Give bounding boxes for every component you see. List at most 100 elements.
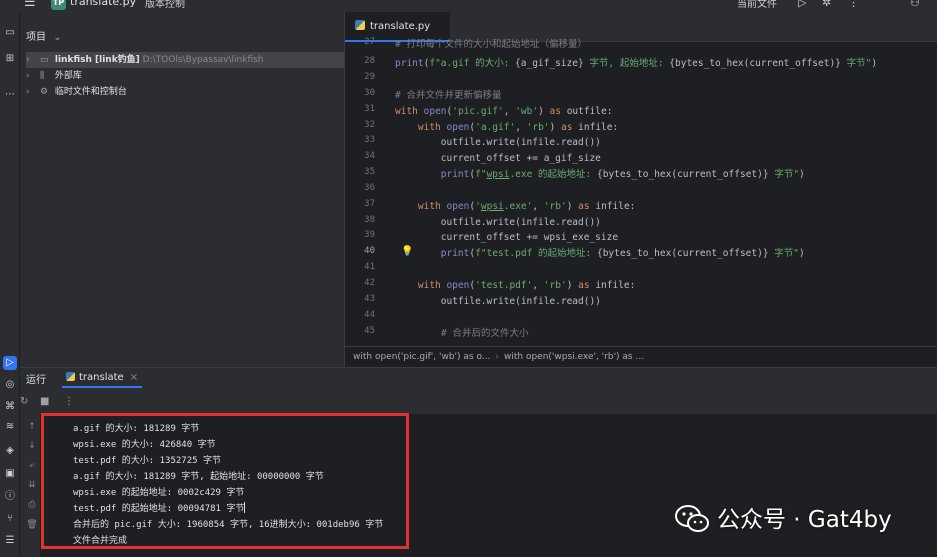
- add-user-icon[interactable]: ⚇: [910, 0, 920, 9]
- line-number-gutter: 27 28 29 30 31 32 33 34 35 36 37 38 39 4…: [345, 37, 389, 346]
- console-line: a.gif 的大小: 181289 字节: [73, 424, 200, 434]
- line-number: 35: [364, 167, 375, 177]
- chevron-right-icon[interactable]: ›: [26, 68, 40, 84]
- code-area[interactable]: # 打印每个文件的大小和起始地址（偏移量） print(f"a.gif 的大小:…: [395, 39, 935, 346]
- tree-item-external-libs[interactable]: › ⫼ 外部库: [26, 68, 356, 84]
- code-line: print(f"a.gif 的大小: {a_gif_size} 字节, 起始地址…: [395, 58, 878, 69]
- code-line: with open('wpsi.exe', 'rb') as infile:: [417, 201, 636, 212]
- trash-icon[interactable]: 🗑: [26, 520, 38, 530]
- arrow-up-icon[interactable]: ↑: [26, 422, 38, 432]
- run-tab-label: translate: [79, 372, 124, 383]
- python-packages-icon[interactable]: ◎: [3, 378, 17, 392]
- line-number: 39: [364, 230, 375, 240]
- terminal-icon[interactable]: ▣: [3, 467, 17, 481]
- code-line: # 打印每个文件的大小和起始地址（偏移量）: [395, 39, 587, 50]
- console-line: 文件合并完成: [73, 536, 128, 546]
- todo-icon[interactable]: ☰: [3, 534, 17, 548]
- run-icon[interactable]: ▷: [798, 0, 806, 9]
- left-tool-strip: ▭ ⊞ ⋯ ▷ ◎ ⌘ ≋ ◈ ▣ ⓘ ⑂ ☰: [0, 12, 20, 557]
- code-line: current_offset += wpsi_exe_size: [395, 232, 619, 243]
- chevron-right-icon[interactable]: ›: [26, 84, 40, 100]
- folder-icon: ▭: [40, 55, 49, 65]
- stop-icon[interactable]: ■: [40, 396, 49, 407]
- layers-icon[interactable]: ≋: [3, 420, 17, 434]
- problems-icon[interactable]: ⓘ: [3, 490, 17, 504]
- arrow-down-icon[interactable]: ↓: [26, 441, 38, 451]
- code-line: current_offset += a_gif_size: [395, 153, 601, 164]
- project-badge[interactable]: TP: [51, 0, 66, 10]
- soft-wrap-icon[interactable]: ⤶: [26, 460, 38, 470]
- more-icon[interactable]: ⋮: [64, 396, 74, 407]
- code-line: with open('test.pdf', 'rb') as infile:: [417, 280, 636, 291]
- run-panel-title: 运行: [26, 375, 46, 386]
- code-line: outfile.write(infile.read()): [395, 296, 601, 307]
- run-toolbar: ↻ ■ ⋮: [20, 394, 937, 412]
- more-tools-icon[interactable]: ⋯: [3, 88, 17, 102]
- console-line: 合并后的 pic.gif 大小: 1960854 字节, 16进制大小: 001…: [73, 520, 384, 530]
- breadcrumb-item[interactable]: with open('pic.gif', 'wb') as o...: [353, 352, 490, 362]
- console-line: test.pdf 的大小: 1352725 字节: [73, 456, 221, 466]
- code-line: # 合并后的文件大小: [441, 328, 529, 339]
- tab-label: translate.py: [370, 21, 431, 32]
- scroll-to-end-icon[interactable]: ⇊: [26, 480, 38, 490]
- line-number: 44: [364, 310, 375, 320]
- run-tool-icon[interactable]: ▷: [3, 356, 17, 370]
- console-line: a.gif 的大小: 181289 字节, 起始地址: 00000000 字节: [73, 472, 324, 482]
- code-line: with open('a.gif', 'rb') as infile:: [417, 122, 619, 133]
- tree-item-scratches[interactable]: › ⚙ 临时文件和控制台: [26, 84, 356, 100]
- line-number: 33: [364, 135, 375, 145]
- git-icon[interactable]: ⑂: [3, 512, 17, 526]
- line-number: 34: [364, 151, 375, 161]
- more-icon[interactable]: ⋮: [848, 0, 859, 9]
- line-number: 40: [364, 246, 375, 256]
- line-number: 42: [364, 278, 375, 288]
- python-file-icon: [355, 20, 365, 30]
- ide-window: ☰ TP translate.py 版本控制 当前文件 ▷ ✲ ⋮ ⚇ ▭ ⊞ …: [0, 0, 937, 557]
- chevron-down-icon: ⌄: [53, 32, 62, 43]
- chevron-right-icon: ›: [495, 352, 499, 362]
- console-line-text: test.pdf 的起始地址: 00094781 字节: [73, 504, 245, 514]
- code-line: with open('pic.gif', 'wb') as outfile:: [395, 106, 613, 117]
- chevron-right-icon[interactable]: ›: [26, 52, 40, 68]
- console-line: wpsi.exe 的起始地址: 0002c429 字节: [73, 488, 245, 498]
- rerun-icon[interactable]: ↻: [20, 396, 28, 407]
- line-number: 28: [364, 56, 375, 66]
- scratches-icon: ⚙: [40, 87, 49, 97]
- library-icon: ⫼: [40, 71, 45, 81]
- line-number: 29: [364, 72, 375, 82]
- title-bar: ☰ TP translate.py 版本控制 当前文件 ▷ ✲ ⋮ ⚇: [0, 0, 937, 12]
- project-panel-title: 项目: [26, 32, 46, 43]
- run-tab-translate[interactable]: translate ×: [62, 368, 143, 388]
- breadcrumb-item[interactable]: with open('wpsi.exe', 'rb') as ...: [504, 352, 644, 362]
- tree-item-label: 临时文件和控制台: [54, 87, 127, 97]
- console-line: wpsi.exe 的大小: 426840 字节: [73, 440, 216, 450]
- project-name[interactable]: translate.py: [70, 0, 136, 8]
- breadcrumb: with open('pic.gif', 'wb') as o... › with …: [345, 346, 937, 367]
- console-line: test.pdf 的起始地址: 00094781 字节: [73, 501, 246, 517]
- vcs-menu[interactable]: 版本控制: [145, 0, 185, 10]
- python-file-icon: [66, 372, 75, 381]
- line-number: 31: [364, 104, 375, 114]
- python-console-icon[interactable]: ⌘: [3, 400, 17, 414]
- code-line: outfile.write(infile.read()): [395, 217, 601, 228]
- console-side-toolbar: ↑ ↓ ⤶ ⇊ ⎙ 🗑: [26, 414, 60, 557]
- debug-icon[interactable]: ✲: [822, 0, 831, 9]
- tree-item-label: 外部库: [54, 71, 82, 81]
- print-icon[interactable]: ⎙: [26, 500, 38, 510]
- structure-icon[interactable]: ⊞: [3, 52, 17, 66]
- line-number: 32: [364, 120, 375, 130]
- tree-item-linkfish[interactable]: › ▭ linkfish [link钓鱼] D:\TOOls\Bypassav\l…: [26, 52, 356, 68]
- folder-icon[interactable]: ▭: [3, 26, 17, 40]
- line-number: 43: [364, 294, 375, 304]
- line-number: 27: [364, 37, 375, 47]
- tree-item-label: linkfish [link钓鱼]: [54, 55, 140, 65]
- main-menu-icon[interactable]: ☰: [24, 0, 36, 10]
- services-icon[interactable]: ◈: [3, 444, 17, 458]
- code-line: outfile.write(infile.read()): [395, 137, 601, 148]
- watermark: 公众号 · Gat4by: [675, 503, 892, 537]
- run-config-selector[interactable]: 当前文件: [737, 0, 777, 10]
- close-icon[interactable]: ×: [130, 372, 138, 383]
- tree-item-path: D:\TOOls\Bypassav\linkfish: [142, 55, 264, 65]
- code-line: print(f"wpsi.exe 的起始地址: {bytes_to_hex(cu…: [440, 169, 805, 180]
- project-panel-header[interactable]: 项目 ⌄: [26, 28, 62, 43]
